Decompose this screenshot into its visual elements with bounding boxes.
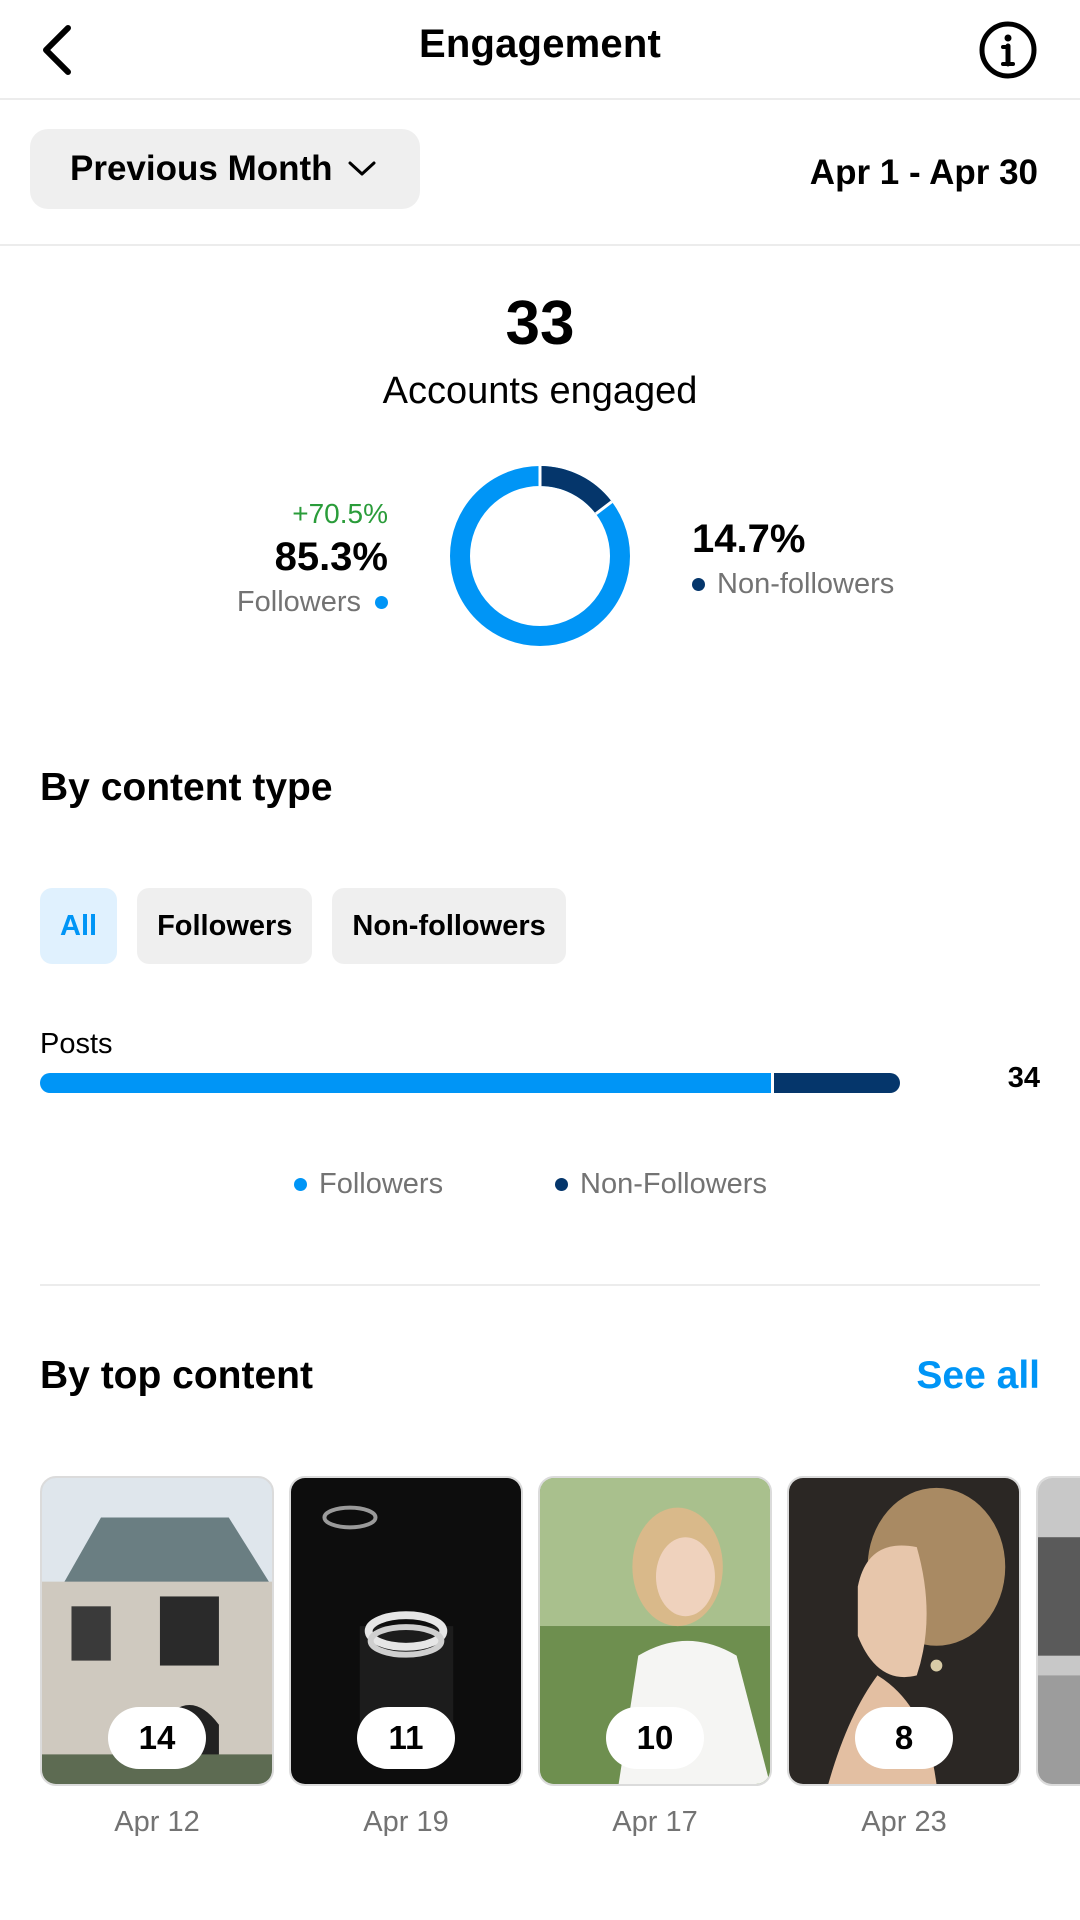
non-followers-legend-label: Non-followers (717, 568, 895, 600)
period-dropdown[interactable]: Previous Month (30, 129, 420, 209)
posts-bar-non-followers (774, 1073, 900, 1093)
top-content-item[interactable]: 8 (787, 1476, 1021, 1786)
legend-non-followers: Non-Followers (555, 1168, 767, 1201)
non-followers-percent: 14.7% (692, 517, 806, 561)
followers-dot-icon (294, 1178, 307, 1191)
posts-bar (40, 1073, 900, 1093)
non-followers-stats: 14.7% Non-followers (692, 514, 894, 604)
page-title: Engagement (418, 22, 662, 66)
non-followers-dot-icon (555, 1178, 568, 1191)
top-content-carousel[interactable]: 14 Apr 12 11 Apr 19 10 Apr 17 8 Apr 23 (40, 1476, 1080, 1836)
followers-percent: 85.3% (274, 535, 388, 579)
header: Engagement (0, 0, 1080, 100)
engagement-donut-chart (450, 466, 630, 646)
followers-legend-label: Followers (236, 586, 361, 618)
engagement-count-badge: 14 (108, 1707, 206, 1769)
top-content-item-partial[interactable] (1036, 1476, 1080, 1786)
chip-non-followers[interactable]: Non-followers (332, 888, 566, 964)
content-type-title: By content type (40, 766, 333, 809)
engagement-count-badge: 10 (606, 1707, 704, 1769)
accounts-engaged-total: 33 (505, 289, 575, 358)
posts-bar-followers (40, 1073, 771, 1093)
post-thumbnail-image (1038, 1478, 1080, 1784)
top-content-item[interactable]: 11 (289, 1476, 523, 1786)
non-followers-dot-icon (692, 577, 705, 591)
post-date: Apr 23 (861, 1806, 947, 1836)
posts-value: 34 (1007, 1062, 1040, 1094)
date-range: Apr 1 - Apr 30 (809, 153, 1038, 192)
period-label: Previous Month (70, 149, 333, 188)
filter-bar: Previous Month Apr 1 - Apr 30 (0, 100, 1080, 246)
post-date: Apr 12 (114, 1806, 200, 1836)
followers-stats: +70.5% 85.3% Followers (237, 496, 388, 622)
section-divider (40, 1284, 1040, 1286)
info-button[interactable] (972, 14, 1044, 86)
posts-label: Posts (40, 1028, 113, 1060)
chip-all[interactable]: All (40, 888, 118, 964)
engagement-count-badge: 11 (357, 1707, 455, 1769)
top-content-item[interactable]: 10 (538, 1476, 772, 1786)
info-circle-icon (979, 21, 1037, 79)
non-followers-legend: Non-followers (692, 564, 894, 604)
engagement-count-badge: 8 (855, 1707, 953, 1769)
top-content-item[interactable]: 14 (40, 1476, 274, 1786)
followers-dot-icon (375, 595, 388, 609)
post-date: Apr 19 (363, 1806, 449, 1836)
followers-delta: +70.5% (292, 498, 388, 529)
chip-followers[interactable]: Followers (137, 888, 313, 964)
post-date: Apr 17 (612, 1806, 698, 1836)
donut-non-followers-arc (539, 466, 612, 515)
legend-non-followers-label: Non-Followers (580, 1168, 767, 1200)
legend-followers: Followers (294, 1168, 443, 1201)
top-content-title: By top content (40, 1354, 313, 1397)
see-all-link[interactable]: See all (916, 1354, 1040, 1398)
chevron-down-icon (348, 161, 376, 176)
audience-filter-chips: All Followers Non-followers (40, 888, 566, 964)
accounts-engaged-label: Accounts engaged (382, 370, 698, 412)
legend-followers-label: Followers (319, 1168, 444, 1200)
followers-legend: Followers (237, 582, 388, 622)
